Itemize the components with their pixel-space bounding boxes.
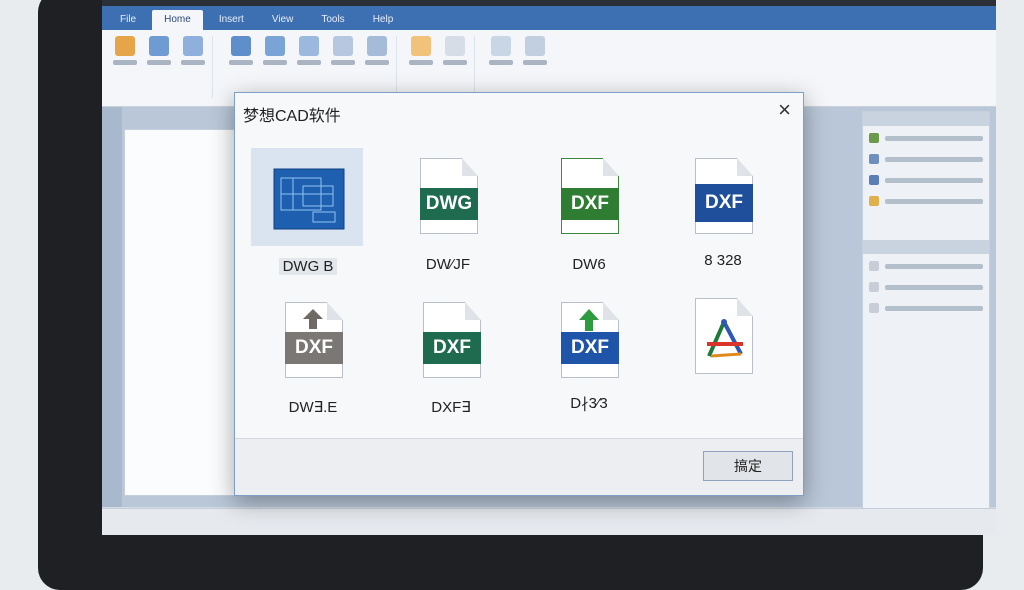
file-option-label: DXF∃ xyxy=(431,399,471,416)
panel-item[interactable] xyxy=(869,129,983,147)
file-option-label: DWG B xyxy=(279,258,337,275)
ribbon-group-layers xyxy=(402,36,475,98)
panel-item[interactable] xyxy=(869,192,983,210)
panel-item[interactable] xyxy=(869,299,983,317)
3d-axes-icon xyxy=(707,319,743,358)
pencil-icon xyxy=(149,36,169,56)
properties-panel xyxy=(862,111,990,513)
ribbon-button[interactable] xyxy=(442,36,468,98)
file-type-dialog: 梦想CAD软件 × DWG B DWG DW⁄JF DXF DW6 DXF 8 … xyxy=(234,92,804,496)
panel-item[interactable] xyxy=(869,171,983,189)
panel-item[interactable] xyxy=(869,150,983,168)
dwg-file-icon: DWG xyxy=(420,158,478,234)
file-option-dxf-teal[interactable]: DXF DXF∃ xyxy=(395,298,507,428)
ribbon-button[interactable] xyxy=(296,36,322,98)
dimension-icon xyxy=(525,36,545,56)
scale-icon xyxy=(299,36,319,56)
file-option-dwg[interactable]: DWG DW⁄JF xyxy=(392,148,504,278)
file-option-dxf-upload[interactable]: DXF DW∃.E xyxy=(257,298,369,428)
panel-item[interactable] xyxy=(869,278,983,296)
dxf-file-icon: DXF xyxy=(423,302,481,378)
tab-tools[interactable]: Tools xyxy=(309,10,356,30)
ribbon-button[interactable] xyxy=(330,36,356,98)
blueprint-thumbnail-icon xyxy=(273,168,345,230)
file-option-3d-model[interactable] xyxy=(667,298,779,428)
panel-header xyxy=(863,240,989,254)
file-option-label: DW6 xyxy=(572,256,606,273)
tab-insert[interactable]: Insert xyxy=(207,10,256,30)
file-option-label: DW∃.E xyxy=(288,399,338,416)
dialog-footer: 搞定 xyxy=(235,438,803,495)
document-icon xyxy=(491,36,511,56)
folder-icon xyxy=(115,36,135,56)
tab-help[interactable]: Help xyxy=(361,10,406,30)
ribbon-group-modify xyxy=(222,36,397,98)
array-icon xyxy=(367,36,387,56)
ribbon-tab-bar: File Home Insert View Tools Help xyxy=(102,6,996,30)
ribbon-button[interactable] xyxy=(364,36,390,98)
ribbon-button[interactable] xyxy=(180,36,206,98)
dialog-title: 梦想CAD软件 xyxy=(243,108,341,125)
file-option-label: DW⁄JF xyxy=(425,256,471,273)
move-icon xyxy=(231,36,251,56)
ribbon-button[interactable] xyxy=(408,36,434,98)
tab-view[interactable]: View xyxy=(260,10,306,30)
ribbon-button[interactable] xyxy=(522,36,548,98)
ribbon-button[interactable] xyxy=(262,36,288,98)
dxf-export-file-icon: DXF xyxy=(561,302,619,378)
arrow-up-icon xyxy=(579,309,599,331)
tab-file[interactable]: File xyxy=(108,10,148,30)
ribbon-button[interactable] xyxy=(228,36,254,98)
properties-icon xyxy=(445,36,465,56)
ribbon-group-draw xyxy=(106,36,213,98)
tab-home[interactable]: Home xyxy=(152,10,203,30)
dxf-file-icon: DXF xyxy=(695,158,753,234)
dxf-file-icon: DXF xyxy=(561,158,619,234)
cad-3d-model-file-icon xyxy=(695,298,753,374)
panel-item[interactable] xyxy=(869,257,983,275)
panel-header xyxy=(863,112,989,126)
ok-button[interactable]: 搞定 xyxy=(703,451,793,481)
layer-icon xyxy=(411,36,431,56)
ribbon-button[interactable] xyxy=(112,36,138,98)
file-option-label: 8 328 xyxy=(704,252,742,269)
arrow-up-icon xyxy=(303,309,323,329)
close-icon[interactable]: × xyxy=(778,97,791,123)
rotate-icon xyxy=(265,36,285,56)
file-option-dxf-green[interactable]: DXF DW6 xyxy=(533,148,645,278)
file-option-dxf-export[interactable]: DXF D∤3⁄3 xyxy=(533,298,645,428)
file-option-label: D∤3⁄3 xyxy=(570,395,608,412)
dxf-upload-file-icon: DXF xyxy=(285,302,343,378)
ribbon-button[interactable] xyxy=(488,36,514,98)
status-bar xyxy=(102,508,996,535)
file-option-dxf-blue[interactable]: DXF 8 328 xyxy=(667,148,779,278)
ribbon-button[interactable] xyxy=(146,36,172,98)
ribbon-group-annotate xyxy=(482,36,554,98)
left-collapse-panel[interactable] xyxy=(102,107,122,507)
file-option-dwg-b[interactable]: DWG B xyxy=(251,148,363,278)
mirror-icon xyxy=(333,36,353,56)
polyline-icon xyxy=(183,36,203,56)
